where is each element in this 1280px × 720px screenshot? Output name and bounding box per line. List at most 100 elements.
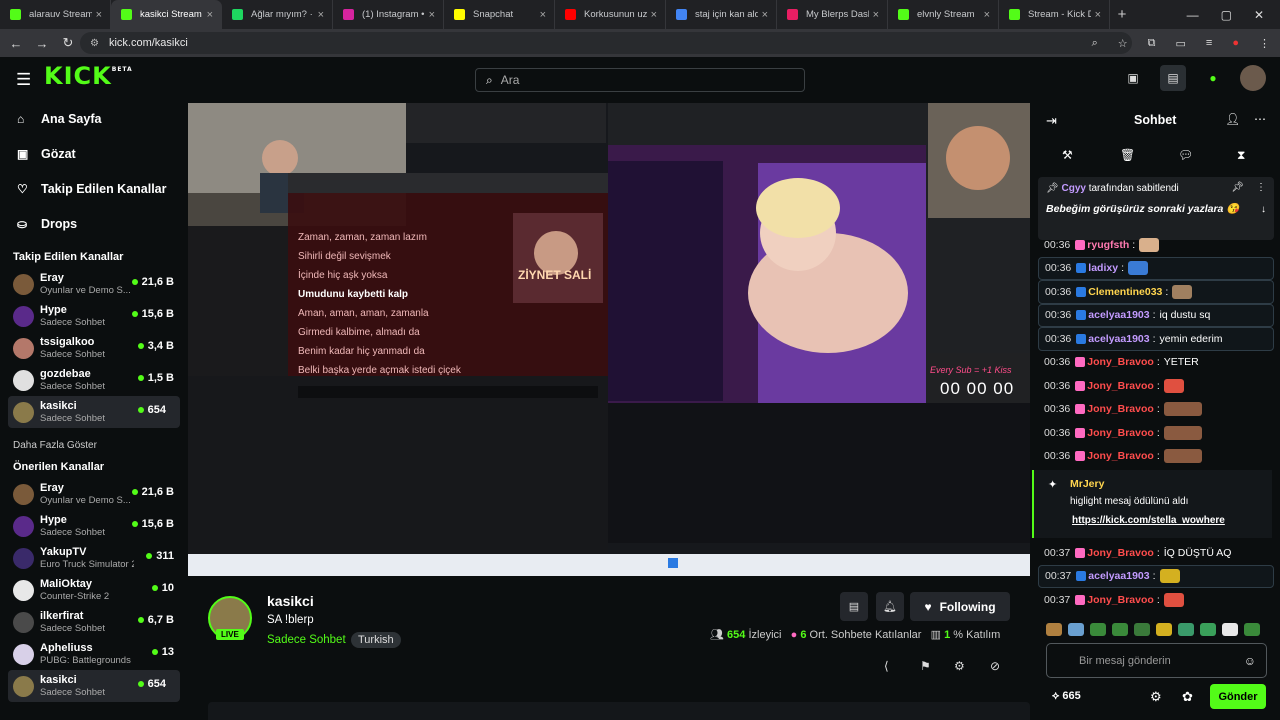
kick-logo[interactable]: KICKBETA <box>44 62 133 90</box>
browser-tab[interactable]: elvnly Stream × <box>888 0 999 29</box>
zoom-icon[interactable]: ⌕ <box>1092 37 1098 50</box>
message-username[interactable]: Jony_Bravoo <box>1087 403 1154 415</box>
unpin-icon[interactable]: 📌︎ <box>1231 182 1244 193</box>
message-username[interactable]: Clementine033 <box>1088 286 1162 298</box>
browser-tab[interactable]: (1) Instagram • Me × <box>333 0 444 29</box>
settings-tune-icon[interactable]: ⚙ <box>954 659 965 673</box>
browser-tab[interactable]: alarauv Stream - K × <box>0 0 111 29</box>
menu-icon[interactable]: ⋮ <box>1259 37 1270 50</box>
message-username[interactable]: acelyaa1903 <box>1088 570 1149 582</box>
emote-icon[interactable] <box>1046 623 1062 636</box>
channel-name[interactable]: kasikci <box>267 593 314 609</box>
chat-message[interactable]: 00:36 ladixy: <box>1038 256 1274 280</box>
emote-icon[interactable] <box>1134 623 1150 636</box>
emote-picker-icon[interactable]: ✿ <box>1182 689 1193 705</box>
chat-more-icon[interactable]: ⋯ <box>1254 112 1266 126</box>
tab-close-icon[interactable]: × <box>762 9 768 21</box>
language-tag[interactable]: Turkish <box>351 632 401 648</box>
message-username[interactable]: Jony_Bravoo <box>1087 594 1154 606</box>
chat-message[interactable]: 00:37 Jony_Bravoo: <box>1038 588 1274 612</box>
browser-tab[interactable]: My Blerps Dashboa × <box>777 0 888 29</box>
channel-item[interactable]: Eray Oyunlar ve Demo S... 21,6 B <box>0 478 188 510</box>
browser-tab[interactable]: staj için kan aldıra × <box>666 0 777 29</box>
clip-icon[interactable]: ▤ <box>840 592 868 621</box>
chat-users-icon[interactable]: 👤︎ <box>1225 112 1240 126</box>
channel-item[interactable]: Apheliuss PUBG: Battlegrounds 13 <box>0 638 188 670</box>
nav-drops[interactable]: ⛀ Drops <box>0 206 188 241</box>
chat-message[interactable]: 00:36 Jony_Bravoo: <box>1038 374 1274 398</box>
chat-bubble-icon[interactable]: 💬︎ <box>1178 148 1193 162</box>
channel-item[interactable]: kasikci Sadece Sohbet 654 <box>8 670 180 702</box>
send-button[interactable]: Gönder <box>1210 684 1266 709</box>
search-input[interactable]: ⌕ Ara <box>475 68 805 92</box>
tab-close-icon[interactable]: × <box>1095 9 1101 21</box>
reward-link[interactable]: https://kick.com/stella_wowhere <box>1072 515 1225 526</box>
message-username[interactable]: Jony_Bravoo <box>1087 427 1154 439</box>
channel-item[interactable]: Hype Sadece Sohbet 15,6 B <box>0 510 188 542</box>
nav-heart[interactable]: ♡ Takip Edilen Kanallar <box>0 171 188 206</box>
maximize-icon[interactable]: ▢ <box>1221 8 1232 22</box>
share-icon[interactable]: ⟨ <box>884 659 889 673</box>
reload-icon[interactable]: ↻ <box>55 35 81 51</box>
nav-home[interactable]: ⌂ Ana Sayfa <box>0 101 188 136</box>
site-info-icon[interactable]: ⚙ <box>90 38 99 49</box>
browser-tab[interactable]: Stream - Kick Dash × <box>999 0 1110 29</box>
cast-icon[interactable]: ▭ <box>1176 37 1186 50</box>
tab-close-icon[interactable]: × <box>984 9 990 21</box>
video-player[interactable]: Zaman, zaman, zaman lazım Sihirli değil s… <box>188 103 1030 576</box>
emote-icon[interactable] <box>1200 623 1216 636</box>
chat-message[interactable]: 00:37 acelyaa1903: <box>1038 564 1274 588</box>
hourglass-icon[interactable]: ⧗ <box>1237 148 1245 163</box>
hide-icon[interactable]: ⊘ <box>990 659 1000 673</box>
pinned-by-user[interactable]: Cgyy <box>1061 183 1085 194</box>
message-username[interactable]: Jony_Bravoo <box>1087 356 1154 368</box>
user-avatar[interactable] <box>1240 65 1266 91</box>
follow-button[interactable]: ♥ Following <box>910 592 1010 621</box>
dashboard-icon[interactable]: ▤ <box>1160 65 1186 91</box>
minimize-icon[interactable]: — <box>1187 8 1199 22</box>
emote-icon[interactable] <box>1222 623 1238 636</box>
report-icon[interactable]: ⚑ <box>920 659 931 673</box>
browser-tab[interactable]: Snapchat × <box>444 0 555 29</box>
close-window-icon[interactable]: ✕ <box>1254 8 1264 22</box>
trash-icon[interactable]: 🗑︎ <box>1120 148 1135 162</box>
url-field[interactable]: ⚙ kick.com/kasikci <box>80 32 1132 54</box>
chat-message[interactable]: 00:37 Jony_Bravoo: İQ DÜŞTÜ AQ <box>1038 541 1274 565</box>
message-username[interactable]: acelyaa1903 <box>1088 333 1149 345</box>
channel-item[interactable]: Hype Sadece Sohbet 15,6 B <box>0 300 188 332</box>
collapse-chat-icon[interactable]: ⇥ <box>1046 113 1057 129</box>
channel-item[interactable]: YakupTV Euro Truck Simulator 2 311 <box>0 542 188 574</box>
chat-input[interactable]: Bir mesaj gönderin ☺ <box>1046 643 1267 678</box>
tab-close-icon[interactable]: × <box>429 9 435 21</box>
chat-message[interactable]: 00:36 acelyaa1903: yemin ederim <box>1038 327 1274 351</box>
channel-item[interactable]: ilkerfirat Sadece Sohbet 6,7 B <box>0 606 188 638</box>
media-icon[interactable]: ≡ <box>1206 37 1212 49</box>
message-username[interactable]: ryugfsth <box>1087 239 1129 251</box>
chat-message[interactable]: 00:36 ryugfsth: <box>1038 233 1274 257</box>
emote-icon[interactable] <box>1156 623 1172 636</box>
tab-close-icon[interactable]: × <box>318 9 324 21</box>
emoji-icon[interactable]: ☺ <box>1244 654 1256 668</box>
message-username[interactable]: ladixy <box>1088 262 1118 274</box>
chat-message[interactable]: 00:36 acelyaa1903: iq dustu sq <box>1038 303 1274 327</box>
message-username[interactable]: acelyaa1903 <box>1088 309 1149 321</box>
message-username[interactable]: Jony_Bravoo <box>1087 380 1154 392</box>
extensions-icon[interactable]: ⧉ <box>1148 37 1156 50</box>
notification-bell-icon[interactable]: 🔔︎ <box>876 592 904 621</box>
channel-item[interactable]: Eray Oyunlar ve Demo S... 21,6 B <box>0 268 188 300</box>
show-more-link[interactable]: Daha Fazla Göster <box>0 440 188 451</box>
channel-item[interactable]: gozdebae Sadece Sohbet 1,5 B <box>0 364 188 396</box>
chat-message[interactable]: 00:36 Jony_Bravoo: YETER <box>1038 351 1274 375</box>
emote-icon[interactable] <box>1068 623 1084 636</box>
theater-mode-icon[interactable]: ▣ <box>1120 65 1146 91</box>
emote-icon[interactable] <box>1112 623 1128 636</box>
chat-message[interactable]: 00:36 Clementine033: <box>1038 280 1274 304</box>
menu-hamburger-icon[interactable]: ☰ <box>16 70 31 90</box>
chat-message[interactable]: 00:36 Jony_Bravoo: <box>1038 398 1274 422</box>
browser-tab[interactable]: kasikci Stream × <box>111 0 222 29</box>
tab-close-icon[interactable]: × <box>96 9 102 21</box>
reward-user[interactable]: MrJery <box>1070 478 1104 490</box>
tab-close-icon[interactable]: × <box>540 9 546 21</box>
kick-points-icon[interactable]: ● <box>1200 65 1226 91</box>
hammer-icon[interactable]: ⚒ <box>1062 148 1073 162</box>
